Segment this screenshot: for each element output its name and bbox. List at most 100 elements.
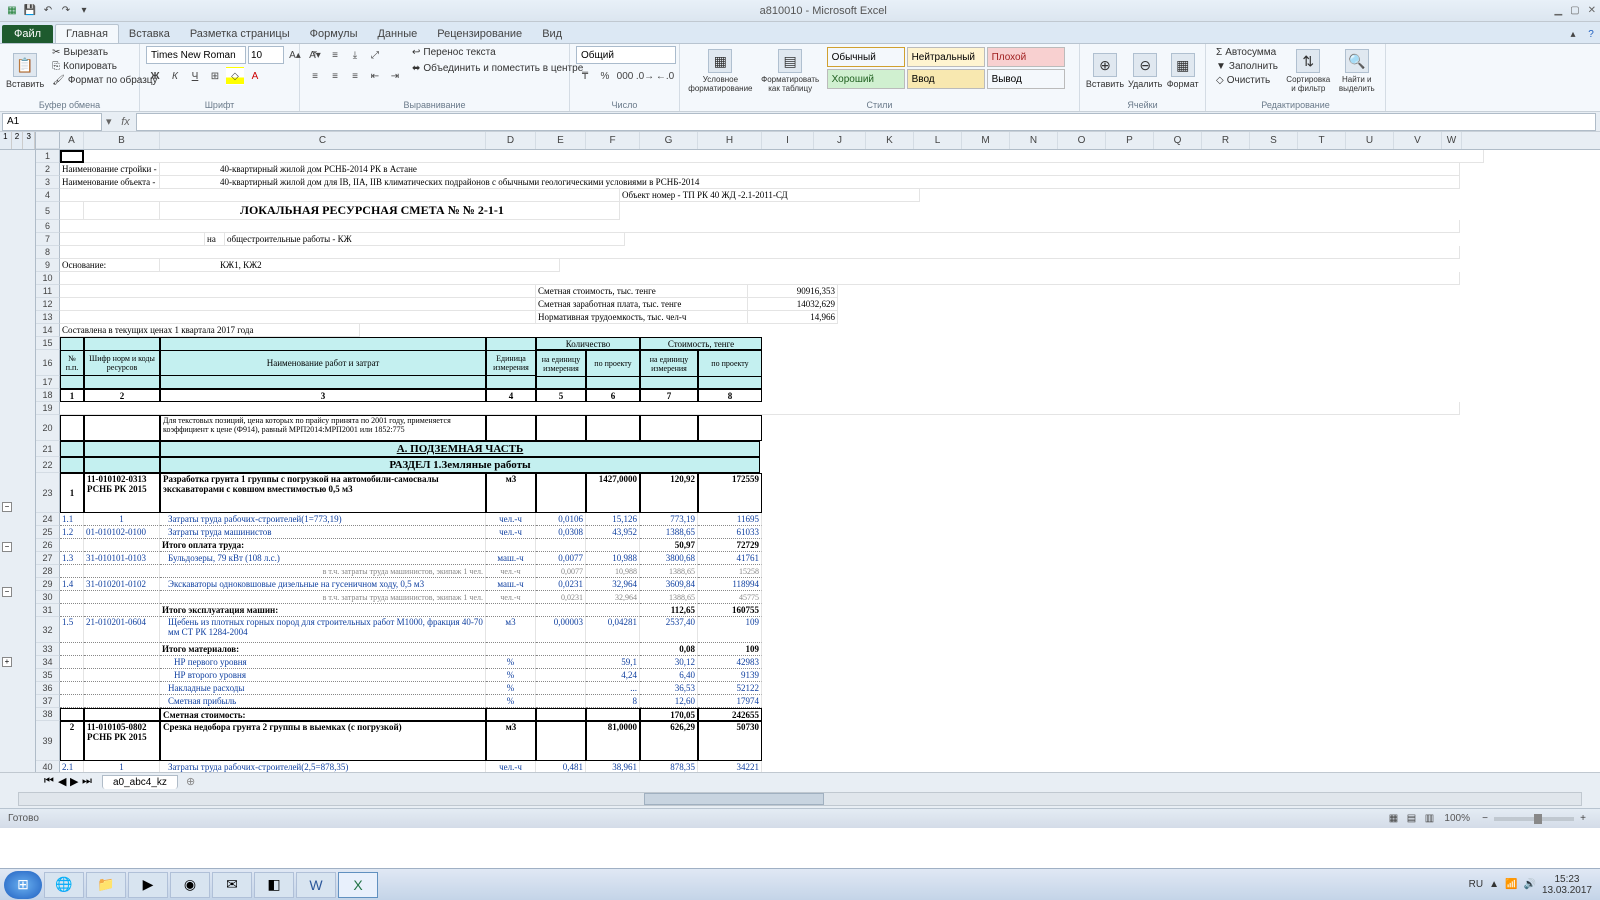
cell[interactable]: чел.-ч [486,761,536,772]
col-header[interactable]: N [1010,132,1058,149]
cell[interactable]: Объект номер - ТП РК 40 ЖД -2.1-2011-СД [620,189,920,202]
cell[interactable]: 242655 [698,708,762,721]
view-pagebreak-icon[interactable]: ▥ [1420,810,1438,828]
cell[interactable]: 0,0106 [536,513,586,526]
bold-button[interactable]: Ж [146,67,164,85]
cell[interactable]: % [486,695,536,708]
cell[interactable]: общестроительные работы - КЖ [225,233,625,246]
row-header[interactable]: 23 [36,473,60,513]
active-cell[interactable] [60,150,84,163]
cell[interactable]: КЖ1, КЖ2 [160,259,560,272]
cell[interactable]: 9139 [698,669,762,682]
tray-lang[interactable]: RU [1469,879,1483,890]
cell[interactable]: 38,961 [586,761,640,772]
cell[interactable]: 41761 [698,552,762,565]
tab-view[interactable]: Вид [532,25,572,43]
cell[interactable]: 6 [586,389,640,402]
align-right-icon[interactable]: ≡ [346,67,364,85]
save-icon[interactable]: 💾 [22,3,38,19]
tab-insert[interactable]: Вставка [119,25,180,43]
ribbon-minimize-icon[interactable]: ▴ [1564,25,1582,43]
tab-layout[interactable]: Разметка страницы [180,25,300,43]
col-header[interactable]: F [586,132,640,149]
cell[interactable]: 2 [84,389,160,402]
cell[interactable]: чел.-ч [486,513,536,526]
insert-cells-button[interactable]: ⊕Вставить [1086,46,1124,96]
name-box[interactable] [2,113,102,131]
cell[interactable]: чел.-ч [486,526,536,539]
horizontal-scrollbar[interactable] [0,790,1600,808]
cell[interactable]: % [486,669,536,682]
row-header[interactable]: 9 [36,259,60,272]
col-header[interactable]: C [160,132,486,149]
clear-button[interactable]: ◇Очистить [1212,74,1282,87]
dec-decimal-icon[interactable]: ←.0 [656,67,674,85]
cell[interactable]: Накладные расходы [160,682,486,695]
col-header[interactable]: V [1394,132,1442,149]
cell[interactable]: 50730 [698,721,762,761]
col-header[interactable]: R [1202,132,1250,149]
cell[interactable]: 45775 [698,591,762,604]
format-as-table-button[interactable]: ▤Форматировать как таблицу [759,46,822,96]
row-header[interactable]: 37 [36,695,60,708]
row-header[interactable]: 40 [36,761,60,772]
row-header[interactable]: 18 [36,389,60,402]
cell[interactable]: 50,97 [640,539,698,552]
cell[interactable]: 1 [84,513,160,526]
cell[interactable]: 61033 [698,526,762,539]
cell[interactable]: Составлена в текущих ценах 1 квартала 20… [60,324,360,337]
tray-time[interactable]: 15:23 [1542,874,1592,885]
row-header[interactable]: 21 [36,441,60,457]
cell[interactable]: в т.ч. затраты труда машинистов, экипаж … [160,591,486,604]
taskbar-chrome[interactable]: ◉ [170,872,210,898]
cell[interactable]: 109 [698,643,762,656]
sort-filter-button[interactable]: ⇅Сортировка и фильтр [1286,46,1331,96]
cell[interactable]: 170,05 [640,708,698,721]
cell[interactable]: 32,964 [586,591,640,604]
cell[interactable]: НР второго уровня [160,669,486,682]
cell[interactable]: Итого оплата труда: [160,539,486,552]
cell[interactable]: 2537,40 [640,617,698,643]
cell[interactable]: 42983 [698,656,762,669]
sheet-nav-last-icon[interactable]: ⏭ [82,775,92,788]
redo-icon[interactable]: ↷ [58,3,74,19]
cell[interactable]: 2 [60,721,84,761]
taskbar-excel[interactable]: X [338,872,378,898]
style-bad[interactable]: Плохой [987,47,1065,67]
row-header[interactable]: 12 [36,298,60,311]
cell[interactable]: 3609,84 [640,578,698,591]
cell[interactable]: 112,65 [640,604,698,617]
row-header[interactable]: 32 [36,617,60,643]
cell[interactable]: 1.3 [60,552,84,565]
cell[interactable]: 5 [536,389,586,402]
help-icon[interactable]: ? [1582,25,1600,43]
cell[interactable]: Сметная заработная плата, тыс. тенге [536,298,748,311]
tray-volume-icon[interactable]: 🔊 [1523,879,1535,890]
col-header[interactable]: K [866,132,914,149]
row-header[interactable]: 33 [36,643,60,656]
cell[interactable]: 160755 [698,604,762,617]
style-neutral[interactable]: Нейтральный [907,47,985,67]
tab-formulas[interactable]: Формулы [300,25,368,43]
row-header[interactable]: 35 [36,669,60,682]
cell[interactable]: 1 [60,473,84,513]
cell[interactable]: 0,08 [640,643,698,656]
row-header[interactable]: 24 [36,513,60,526]
cell[interactable]: 4,24 [586,669,640,682]
autosum-button[interactable]: ΣАвтосумма [1212,46,1282,59]
undo-icon[interactable]: ↶ [40,3,56,19]
minimize-icon[interactable]: ▁ [1554,5,1562,16]
cell[interactable]: Бульдозеры, 79 кВт (108 л.с.) [160,552,486,565]
style-good[interactable]: Хороший [827,69,905,89]
zoom-level[interactable]: 100% [1444,813,1470,824]
inc-decimal-icon[interactable]: .0→ [636,67,654,85]
view-normal-icon[interactable]: ▦ [1384,810,1402,828]
cell[interactable]: 32,964 [586,578,640,591]
row-header[interactable]: 36 [36,682,60,695]
row-header[interactable]: 38 [36,708,60,721]
row-header[interactable]: 16 [36,350,60,376]
cell[interactable]: 109 [698,617,762,643]
cell[interactable]: 40-квартирный жилой дом РСНБ-2014 РК в А… [160,163,1460,176]
taskbar-outlook[interactable]: ✉ [212,872,252,898]
orientation-icon[interactable]: ⤢ [366,46,384,64]
